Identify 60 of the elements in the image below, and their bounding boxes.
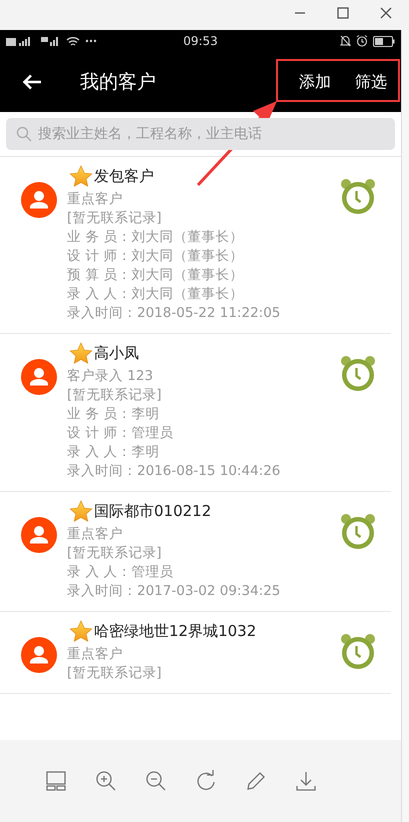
alarm-icon <box>356 35 368 47</box>
layout-icon[interactable] <box>45 770 67 792</box>
customer-detail: 录入时间：2017-03-02 09:34:25 <box>67 582 282 601</box>
customer-name: 发包客户 <box>94 167 154 186</box>
customer-detail: 预 算 员：刘大同（董事长） <box>67 266 245 285</box>
customer-detail: 业 务 员：刘大同（董事长） <box>67 228 245 247</box>
zoom-out-icon[interactable] <box>145 770 167 792</box>
person-avatar-icon <box>21 517 57 553</box>
customer-detail: 录入时间：2016-08-15 10:44:26 <box>67 462 282 481</box>
contact-record: [暂无联系记录] <box>67 544 163 563</box>
alarm-clock-icon[interactable] <box>339 354 377 392</box>
customer-tag: 重点客户 <box>67 645 339 664</box>
alarm-clock-icon[interactable] <box>339 177 377 215</box>
page-title: 我的客户 <box>80 70 156 95</box>
customer-name: 高小凤 <box>94 344 139 363</box>
customer-name: 哈密绿地世12界城1032 <box>94 622 256 641</box>
zoom-in-icon[interactable] <box>95 770 117 792</box>
customer-detail: 录 入 人：李明 <box>67 443 161 462</box>
more-icon <box>85 39 97 43</box>
close-icon[interactable] <box>380 7 392 19</box>
customer-detail: 业 务 员：李明 <box>67 405 161 424</box>
person-avatar-icon <box>21 182 57 218</box>
bell-off-icon <box>340 35 351 47</box>
download-icon[interactable] <box>295 770 317 792</box>
customer-tag: 重点客户 <box>67 190 339 209</box>
customer-card[interactable]: 发包客户 重点客户 [暂无联系记录] 业 务 员：刘大同（董事长） 设 计 师：刘大同（董事长） 预 算 员：刘大同（董事长） 录 入 人：刘大同（董事长） 录入时间：2018-05-22 11:22:05 <box>0 157 391 334</box>
star-icon <box>69 500 93 523</box>
customer-tag: 重点客户 <box>67 525 339 544</box>
customer-detail: 设 计 师：管理员 <box>67 424 175 443</box>
customer-card[interactable]: 高小凤 客户录入 123 [暂无联系记录] 业 务 员：李明 设 计 师：管理员 录 入 人：李明 录入时间：2016-08-15 10:44:26 <box>0 334 391 492</box>
customer-name: 国际都市010212 <box>94 502 212 521</box>
signal-icon <box>41 36 61 46</box>
alarm-clock-icon[interactable] <box>339 512 377 550</box>
customer-card[interactable]: 国际都市010212 重点客户 [暂无联系记录] 录 入 人：管理员 录入时间：2017-03-02 09:34:25 <box>0 492 391 612</box>
pencil-icon[interactable] <box>245 770 267 792</box>
star-icon <box>69 620 93 643</box>
star-icon <box>69 342 93 365</box>
customer-detail: 录入时间：2018-05-22 11:22:05 <box>67 304 282 323</box>
alarm-clock-icon[interactable] <box>339 632 377 670</box>
customer-detail: 录 入 人：管理员 <box>67 563 175 582</box>
battery-icon <box>373 36 395 46</box>
maximize-icon[interactable] <box>337 7 349 19</box>
wifi-icon <box>66 36 80 46</box>
star-icon <box>69 165 93 188</box>
customer-detail: 设 计 师：刘大同（董事长） <box>67 247 245 266</box>
contact-record: [暂无联系记录] <box>67 386 163 405</box>
contact-record: [暂无联系记录] <box>67 664 163 683</box>
person-avatar-icon <box>21 359 57 395</box>
back-arrow-icon[interactable] <box>22 74 42 90</box>
header-action[interactable]: 筛选 <box>347 68 395 96</box>
customer-card[interactable]: 哈密绿地世12界城1032 重点客户 [暂无联系记录] <box>0 612 391 694</box>
search-field[interactable]: 搜索业主姓名，工程名称，业主电话 <box>6 118 395 150</box>
search-icon <box>16 126 32 142</box>
rotate-icon[interactable] <box>195 770 217 792</box>
status-time: 09:53 <box>183 34 218 48</box>
contact-record: [暂无联系记录] <box>67 209 163 228</box>
customer-detail: 录 入 人：刘大同（董事长） <box>67 285 245 304</box>
customer-tag: 客户录入 123 <box>67 367 339 386</box>
person-avatar-icon <box>21 637 57 673</box>
header-action[interactable]: 添加 <box>291 68 339 96</box>
